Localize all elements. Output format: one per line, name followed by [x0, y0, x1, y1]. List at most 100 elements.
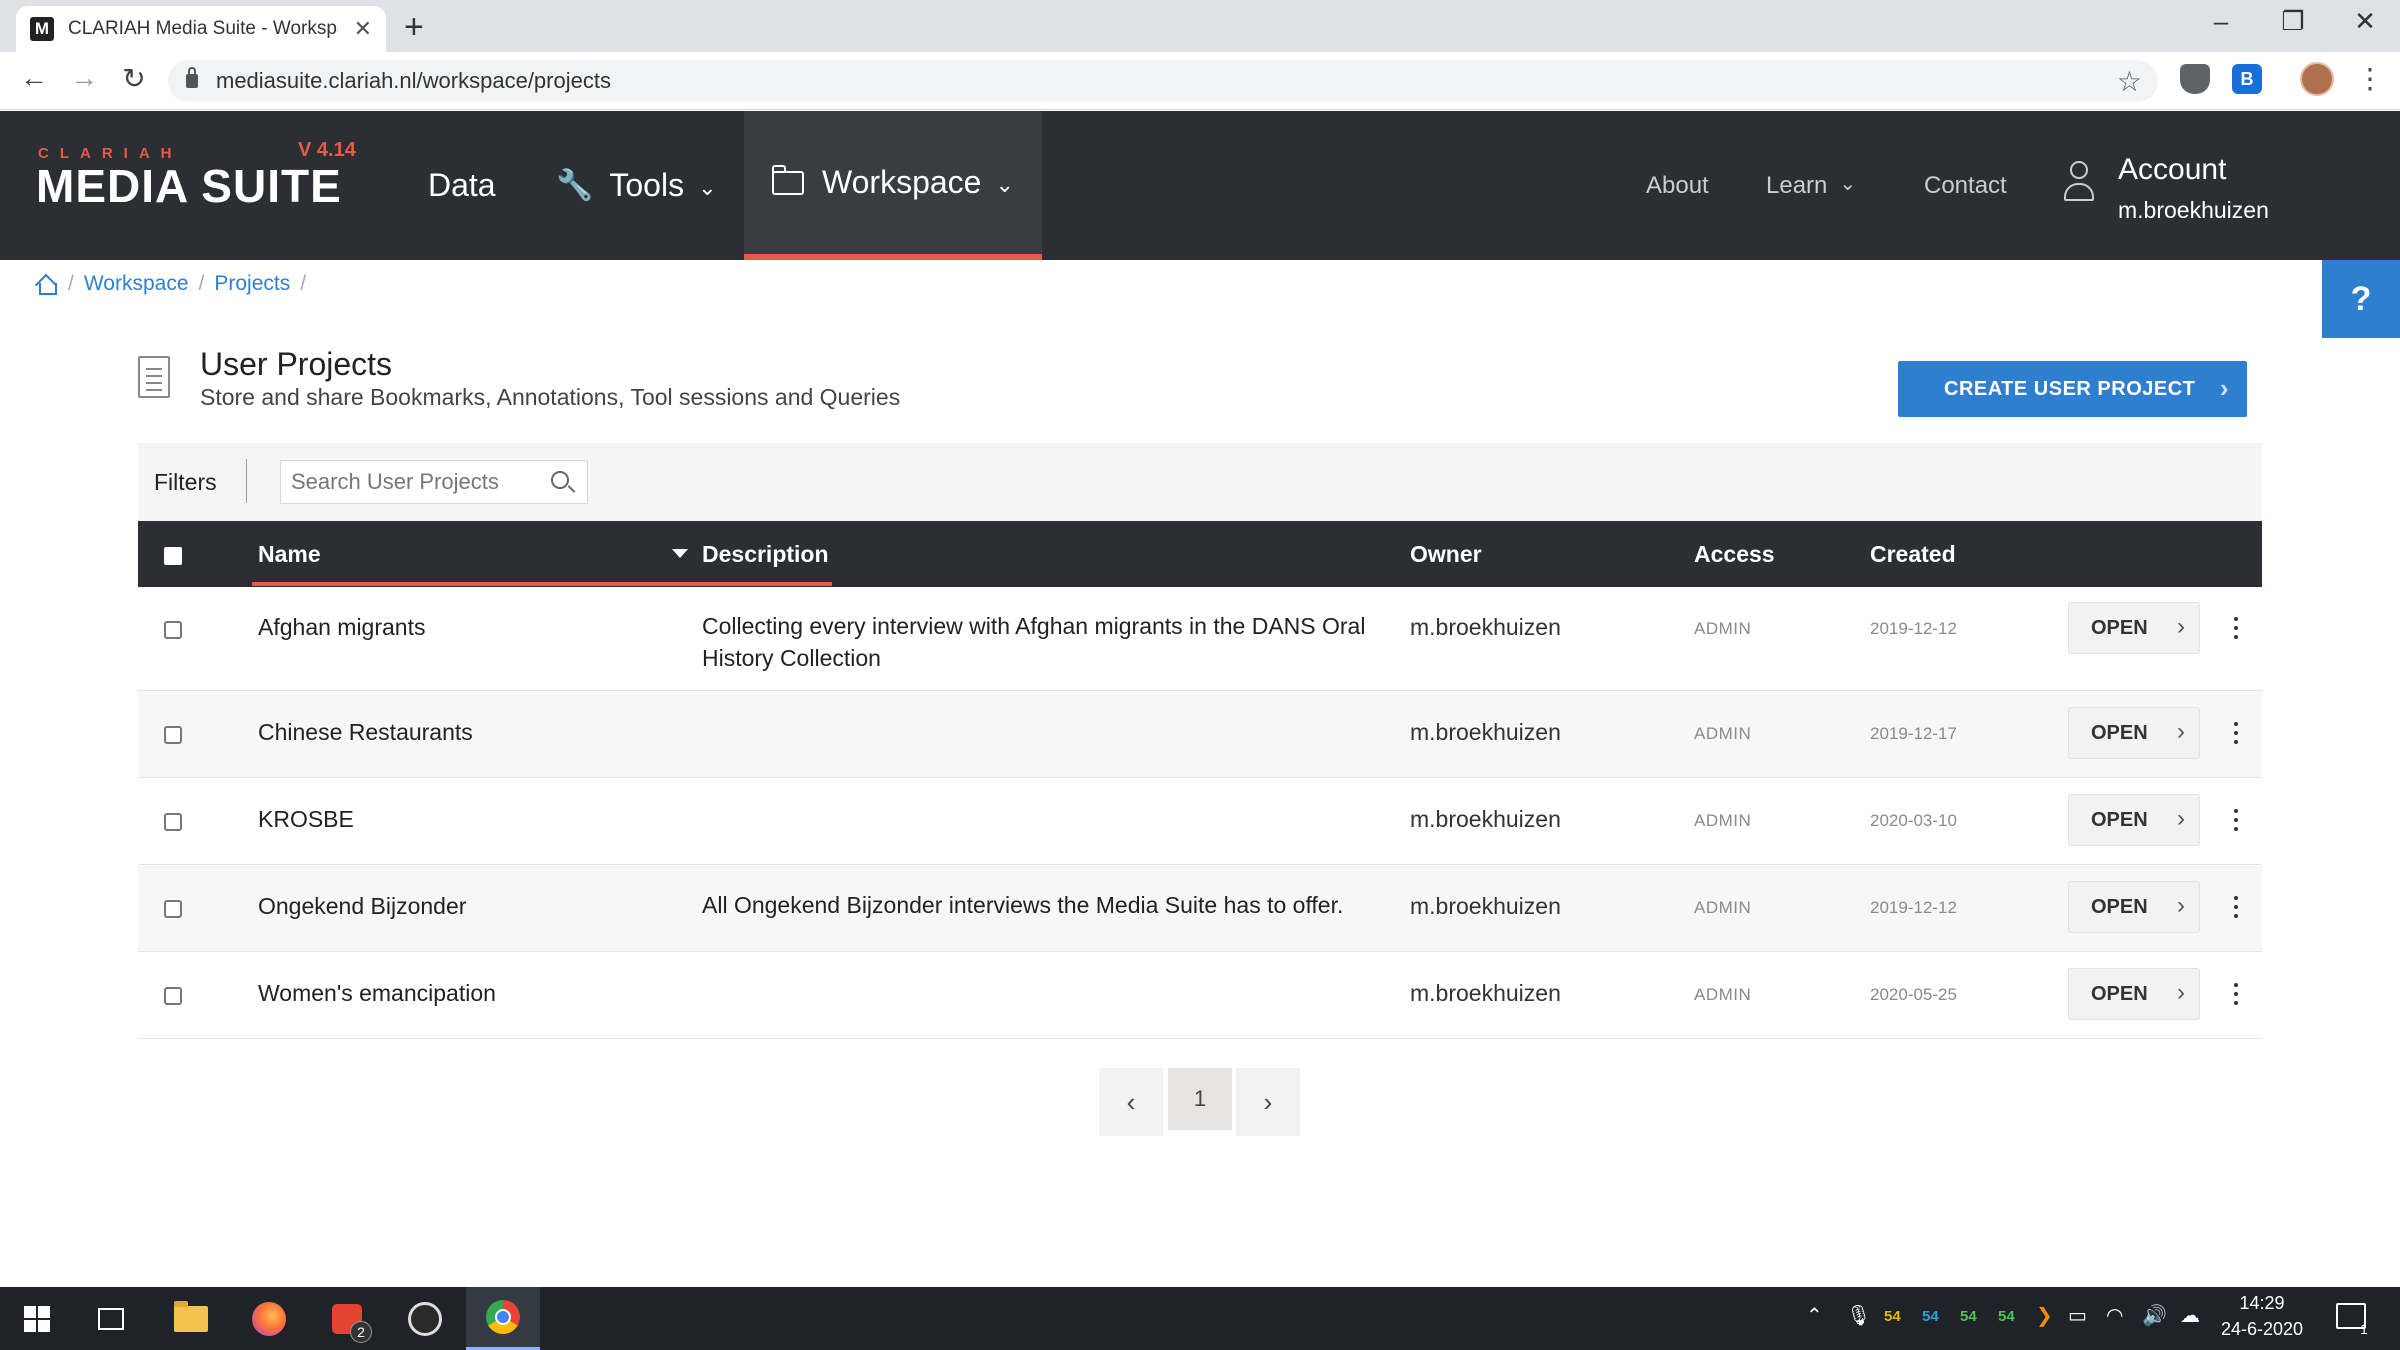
profile-avatar[interactable] — [2300, 62, 2334, 96]
todoist-badge: 2 — [350, 1321, 372, 1343]
open-project-button[interactable]: OPEN › — [2068, 707, 2200, 759]
sort-caret-icon[interactable] — [672, 549, 688, 558]
wifi-icon[interactable]: ◠ — [2106, 1303, 2123, 1328]
row-checkbox[interactable] — [164, 726, 182, 744]
search-icon[interactable] — [551, 471, 569, 489]
clock-date[interactable]: 24-6-2020 — [2214, 1319, 2310, 1340]
browser-toolbar: ← → ↻ mediasuite.clariah.nl/workspace/pr… — [0, 52, 2400, 110]
close-window-icon[interactable]: ✕ — [2330, 6, 2400, 37]
close-tab-icon[interactable]: ✕ — [354, 16, 372, 42]
open-project-button[interactable]: OPEN › — [2068, 881, 2200, 933]
nav-data[interactable]: Data — [428, 111, 496, 260]
project-name[interactable]: Chinese Restaurants — [258, 719, 473, 746]
project-name[interactable]: Ongekend Bijzonder — [258, 893, 466, 920]
open-project-button[interactable]: OPEN › — [2068, 794, 2200, 846]
show-hidden-icons-chevron-up-icon[interactable]: ⌃ — [1806, 1303, 1823, 1328]
more-options-icon[interactable] — [2228, 718, 2244, 748]
home-icon[interactable] — [36, 275, 57, 295]
project-name[interactable]: KROSBE — [258, 806, 354, 833]
battery-icon[interactable]: ▭ — [2068, 1303, 2087, 1328]
previous-page-button[interactable]: ‹ — [1099, 1068, 1163, 1136]
chevron-right-icon: › — [2177, 979, 2185, 1006]
tray-counter[interactable]: 54 — [1884, 1308, 1901, 1325]
browser-tab[interactable]: M CLARIAH Media Suite - Workspa ✕ — [16, 6, 386, 52]
open-project-button[interactable]: OPEN › — [2068, 602, 2200, 654]
row-checkbox[interactable] — [164, 987, 182, 1005]
project-name[interactable]: Women's emancipation — [258, 980, 496, 1007]
nav-tools[interactable]: 🔧 Tools ⌄ — [556, 111, 717, 260]
folder-icon — [772, 164, 804, 195]
media-chevron-icon[interactable]: ❯ — [2036, 1303, 2053, 1328]
select-all-checkbox[interactable] — [164, 547, 182, 565]
minimize-window-icon[interactable]: – — [2186, 6, 2256, 37]
firefox-icon[interactable] — [232, 1287, 306, 1350]
tray-counter[interactable]: 54 — [1922, 1308, 1939, 1325]
nav-about[interactable]: About — [1646, 111, 1709, 260]
restore-window-icon[interactable]: ❐ — [2258, 6, 2328, 37]
chrome-icon[interactable] — [466, 1287, 540, 1350]
browser-menu-icon[interactable]: ⋮ — [2356, 62, 2384, 95]
column-header-owner[interactable]: Owner — [1410, 541, 1482, 568]
clock-time[interactable]: 14:29 — [2222, 1293, 2302, 1314]
row-checkbox[interactable] — [164, 900, 182, 918]
project-created: 2020-03-10 — [1870, 811, 1957, 830]
project-owner: m.broekhuizen — [1410, 719, 1561, 745]
nav-workspace[interactable]: Workspace ⌄ — [744, 111, 1042, 260]
open-label: OPEN — [2091, 616, 2148, 639]
new-tab-icon[interactable]: + — [404, 8, 424, 47]
address-bar[interactable]: mediasuite.clariah.nl/workspace/projects… — [168, 60, 2158, 102]
media-suite-favicon-icon: M — [30, 17, 54, 41]
bookmark-star-icon[interactable]: ☆ — [2117, 65, 2142, 98]
blue-extension-icon[interactable]: B — [2232, 64, 2262, 94]
column-header-access[interactable]: Access — [1694, 541, 1775, 568]
obs-studio-icon[interactable] — [388, 1287, 462, 1350]
microphone-icon[interactable]: 🎙 — [1846, 1303, 1871, 1328]
more-options-icon[interactable] — [2228, 979, 2244, 1009]
row-checkbox[interactable] — [164, 813, 182, 831]
breadcrumb-workspace[interactable]: Workspace — [84, 272, 189, 296]
help-button[interactable]: ? — [2322, 260, 2400, 338]
file-explorer-icon[interactable] — [154, 1287, 228, 1350]
account-user-icon[interactable] — [2064, 161, 2094, 205]
tray-counter[interactable]: 54 — [1960, 1308, 1977, 1325]
nav-learn[interactable]: Learn ⌄ — [1766, 111, 1856, 260]
tray-counter[interactable]: 54 — [1998, 1308, 2015, 1325]
chevron-right-icon: › — [2177, 718, 2185, 745]
nav-contact[interactable]: Contact — [1924, 111, 2007, 260]
more-options-icon[interactable] — [2228, 805, 2244, 835]
page-number-button[interactable]: 1 — [1168, 1068, 1232, 1130]
lock-icon — [186, 67, 198, 88]
volume-icon[interactable]: 🔊 — [2142, 1303, 2167, 1328]
column-header-created[interactable]: Created — [1870, 541, 1956, 568]
open-project-button[interactable]: OPEN › — [2068, 968, 2200, 1020]
back-arrow-icon[interactable]: ← — [14, 62, 54, 94]
browser-tab-strip: M CLARIAH Media Suite - Workspa ✕ + – ❐ … — [0, 0, 2400, 52]
next-page-button[interactable]: › — [1236, 1068, 1300, 1136]
row-checkbox[interactable] — [164, 621, 182, 639]
column-header-description[interactable]: Description — [702, 541, 829, 568]
table-row: Afghan migrants Collecting every intervi… — [138, 588, 2262, 691]
onedrive-cloud-icon[interactable]: ☁ — [2180, 1303, 2200, 1328]
filters-toggle[interactable]: Filters — [154, 469, 217, 496]
account-username[interactable]: m.broekhuizen — [2118, 197, 2269, 224]
project-created: 2019-12-12 — [1870, 898, 1957, 917]
account-label[interactable]: Account — [2118, 153, 2226, 187]
more-options-icon[interactable] — [2228, 892, 2244, 922]
search-input[interactable] — [281, 461, 541, 503]
chevron-down-icon: ⌄ — [1839, 173, 1857, 195]
privacy-extension-icon[interactable] — [2180, 64, 2210, 94]
todoist-icon[interactable]: 2 — [310, 1287, 384, 1350]
breadcrumb-projects[interactable]: Projects — [214, 272, 290, 296]
media-suite-logo[interactable]: CLARIAH V 4.14 MEDIA SUITE — [36, 139, 366, 221]
create-user-project-label: CREATE USER PROJECT — [1944, 377, 2196, 400]
project-created: 2020-05-25 — [1870, 985, 1957, 1004]
windows-start-icon[interactable] — [0, 1287, 74, 1350]
create-user-project-button[interactable]: CREATE USER PROJECT › — [1898, 361, 2247, 417]
reload-icon[interactable]: ↻ — [114, 62, 154, 95]
forward-arrow-icon[interactable]: → — [64, 62, 104, 94]
column-header-name[interactable]: Name — [258, 541, 321, 568]
nav-tools-label: Tools — [609, 167, 685, 203]
task-view-icon[interactable] — [74, 1287, 148, 1350]
project-name[interactable]: Afghan migrants — [258, 614, 425, 641]
more-options-icon[interactable] — [2228, 613, 2244, 643]
